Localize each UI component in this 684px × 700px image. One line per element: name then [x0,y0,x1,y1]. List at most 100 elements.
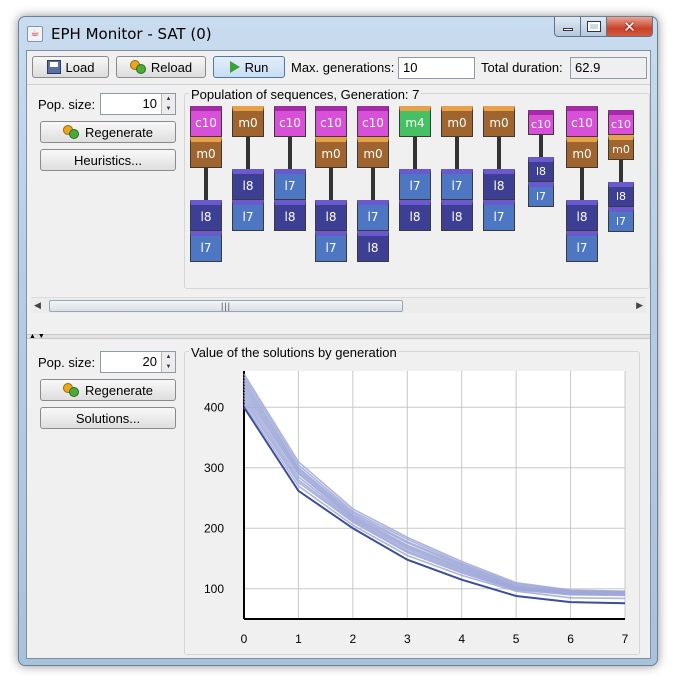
heuristics-regenerate-label: Regenerate [85,124,153,140]
heuristic-block-m0[interactable]: m0 [441,106,473,137]
heuristic-block-l8[interactable]: l8 [399,200,431,231]
window-controls: ✕ [554,17,653,37]
heuristic-sequence[interactable]: c10 l8 l7 [525,110,557,207]
solutions-pop-size-spinner[interactable]: 20 ▲ ▼ [100,351,176,373]
heuristic-block-l7[interactable]: l7 [190,231,222,262]
heuristic-block-m0[interactable]: m0 [566,137,598,168]
reload-icon [129,60,146,74]
heuristic-sequence[interactable]: c10 m0 l8 l7 [190,106,222,262]
heuristic-block-l7[interactable]: l7 [399,169,431,200]
solutions-pop-size-value: 20 [142,354,157,369]
solutions-regenerate-label: Regenerate [85,382,153,398]
close-icon: ✕ [623,18,636,36]
heuristic-block-l7[interactable]: l7 [483,200,515,231]
regenerate-icon [63,383,80,397]
heuristic-sequence[interactable]: c10 l7 l8 [274,106,306,231]
heuristic-block-m0[interactable]: m0 [357,137,389,168]
heuristics-pop-size-value: 10 [142,96,157,111]
heuristic-sequence[interactable]: c10 m0 l8 l7 [605,110,637,232]
heuristic-block-l8[interactable]: l8 [528,157,554,182]
total-duration-field: 62.9 [570,57,647,79]
run-label: Run [244,59,269,75]
plot-background [244,371,625,619]
heuristics-pop-size-label: Pop. size: [38,97,96,112]
heuristic-block-c10[interactable]: c10 [566,106,598,137]
client-area: Load Reload Run Max. generations: 10 Tot… [26,50,651,659]
heuristic-block-l7[interactable]: l7 [357,200,389,231]
minimize-button[interactable] [554,17,581,37]
scroll-right-icon[interactable]: ▶ [636,300,643,311]
window-title: EPH Monitor - SAT (0) [51,25,212,43]
heuristic-block-l8[interactable]: l8 [608,182,634,207]
heuristic-sequence[interactable]: m4 l7 l8 [399,106,431,231]
heuristic-block-l8[interactable]: l8 [483,169,515,200]
toolbar: Load Reload Run Max. generations: 10 Tot… [27,51,650,85]
play-icon [229,61,240,73]
heuristic-block-l8[interactable]: l8 [274,200,306,231]
x-tick-label: 6 [567,632,574,646]
heuristic-block-m0[interactable]: m0 [190,137,222,168]
solutions-regenerate-button[interactable]: Regenerate [40,379,176,401]
heuristic-block-m0[interactable]: m0 [483,106,515,137]
heuristic-block-c10[interactable]: c10 [190,106,222,137]
heuristics-button[interactable]: Heuristics... [40,149,176,171]
solutions-line-chart: 0 1 2 3 4 5 6 7 100 200 300 400 [204,371,629,646]
heuristic-block-l7[interactable]: l7 [566,231,598,262]
heuristic-block-l8[interactable]: l8 [441,200,473,231]
heuristic-block-l7[interactable]: l7 [608,207,634,232]
heuristics-regenerate-button[interactable]: Regenerate [40,121,176,143]
y-tick-label: 300 [204,461,224,475]
heuristic-block-l8[interactable]: l8 [357,231,389,262]
maximize-button[interactable] [581,17,607,37]
heuristic-sequence[interactable]: c10 m0 l8 l7 [315,106,347,262]
heuristic-block-l7[interactable]: l7 [315,231,347,262]
population-title: Population of sequences, Generation: 7 [189,87,422,102]
title-bar[interactable]: ☕ EPH Monitor - SAT (0) ✕ [19,17,657,51]
reload-label: Reload [150,59,193,75]
heuristic-block-c10[interactable]: c10 [357,106,389,137]
heuristic-block-m0[interactable]: m0 [608,135,634,160]
heuristic-block-l8[interactable]: l8 [566,200,598,231]
heuristic-block-l7[interactable]: l7 [441,169,473,200]
x-tick-label: 4 [458,632,465,646]
solutions-button[interactable]: Solutions... [40,407,176,429]
heuristic-sequence[interactable]: m0 l8 l7 [232,106,264,231]
scrollbar-thumb[interactable]: ||| [49,300,403,312]
x-tick-label: 0 [241,632,248,646]
y-tick-label: 100 [204,582,224,596]
heuristic-block-l7[interactable]: l7 [528,182,554,207]
heuristics-pop-size-spinner[interactable]: 10 ▲ ▼ [100,93,176,115]
heuristic-block-l8[interactable]: l8 [190,200,222,231]
heuristic-block-m0[interactable]: m0 [315,137,347,168]
heuristic-block-l7[interactable]: l7 [232,200,264,231]
scroll-left-icon[interactable]: ◀ [34,300,41,311]
heuristic-block-c10[interactable]: c10 [315,106,347,137]
x-tick-label: 1 [295,632,302,646]
chart-title: Value of the solutions by generation [189,345,399,360]
heuristic-sequence[interactable]: c10 m0 l7 l8 [357,106,389,262]
solutions-label: Solutions... [75,410,141,426]
max-generations-input[interactable]: 10 [398,57,475,79]
heuristic-sequence[interactable]: m0 l8 l7 [483,106,515,231]
heuristic-sequence[interactable]: m0 l7 l8 [441,106,473,231]
maximize-icon [586,21,601,32]
heuristic-block-c10[interactable]: c10 [608,110,634,135]
heuristic-block-c10[interactable]: c10 [528,110,554,135]
reload-button[interactable]: Reload [116,56,206,78]
heuristic-block-c10[interactable]: c10 [274,106,306,137]
heuristic-block-m0[interactable]: m0 [232,106,264,137]
heuristic-sequence[interactable]: c10 m0 l8 l7 [566,106,598,262]
heuristic-block-m4[interactable]: m4 [399,106,431,137]
close-button[interactable]: ✕ [607,17,653,37]
app-window: ☕ EPH Monitor - SAT (0) ✕ Load Reload Ru… [18,16,658,666]
sequences-horizontal-scrollbar[interactable]: ◀ ||| ▶ [31,297,646,313]
collapse-arrows-icon[interactable]: ▲▼ [29,333,47,340]
load-button[interactable]: Load [32,56,109,78]
heuristic-block-l8[interactable]: l8 [315,200,347,231]
heuristic-block-l8[interactable]: l8 [232,169,264,200]
split-divider[interactable]: ▲▼ [27,333,650,340]
heuristic-block-l7[interactable]: l7 [274,169,306,200]
spinner-arrows-icon[interactable]: ▲ ▼ [161,94,175,114]
spinner-arrows-icon[interactable]: ▲ ▼ [161,352,175,372]
run-button[interactable]: Run [213,56,285,78]
